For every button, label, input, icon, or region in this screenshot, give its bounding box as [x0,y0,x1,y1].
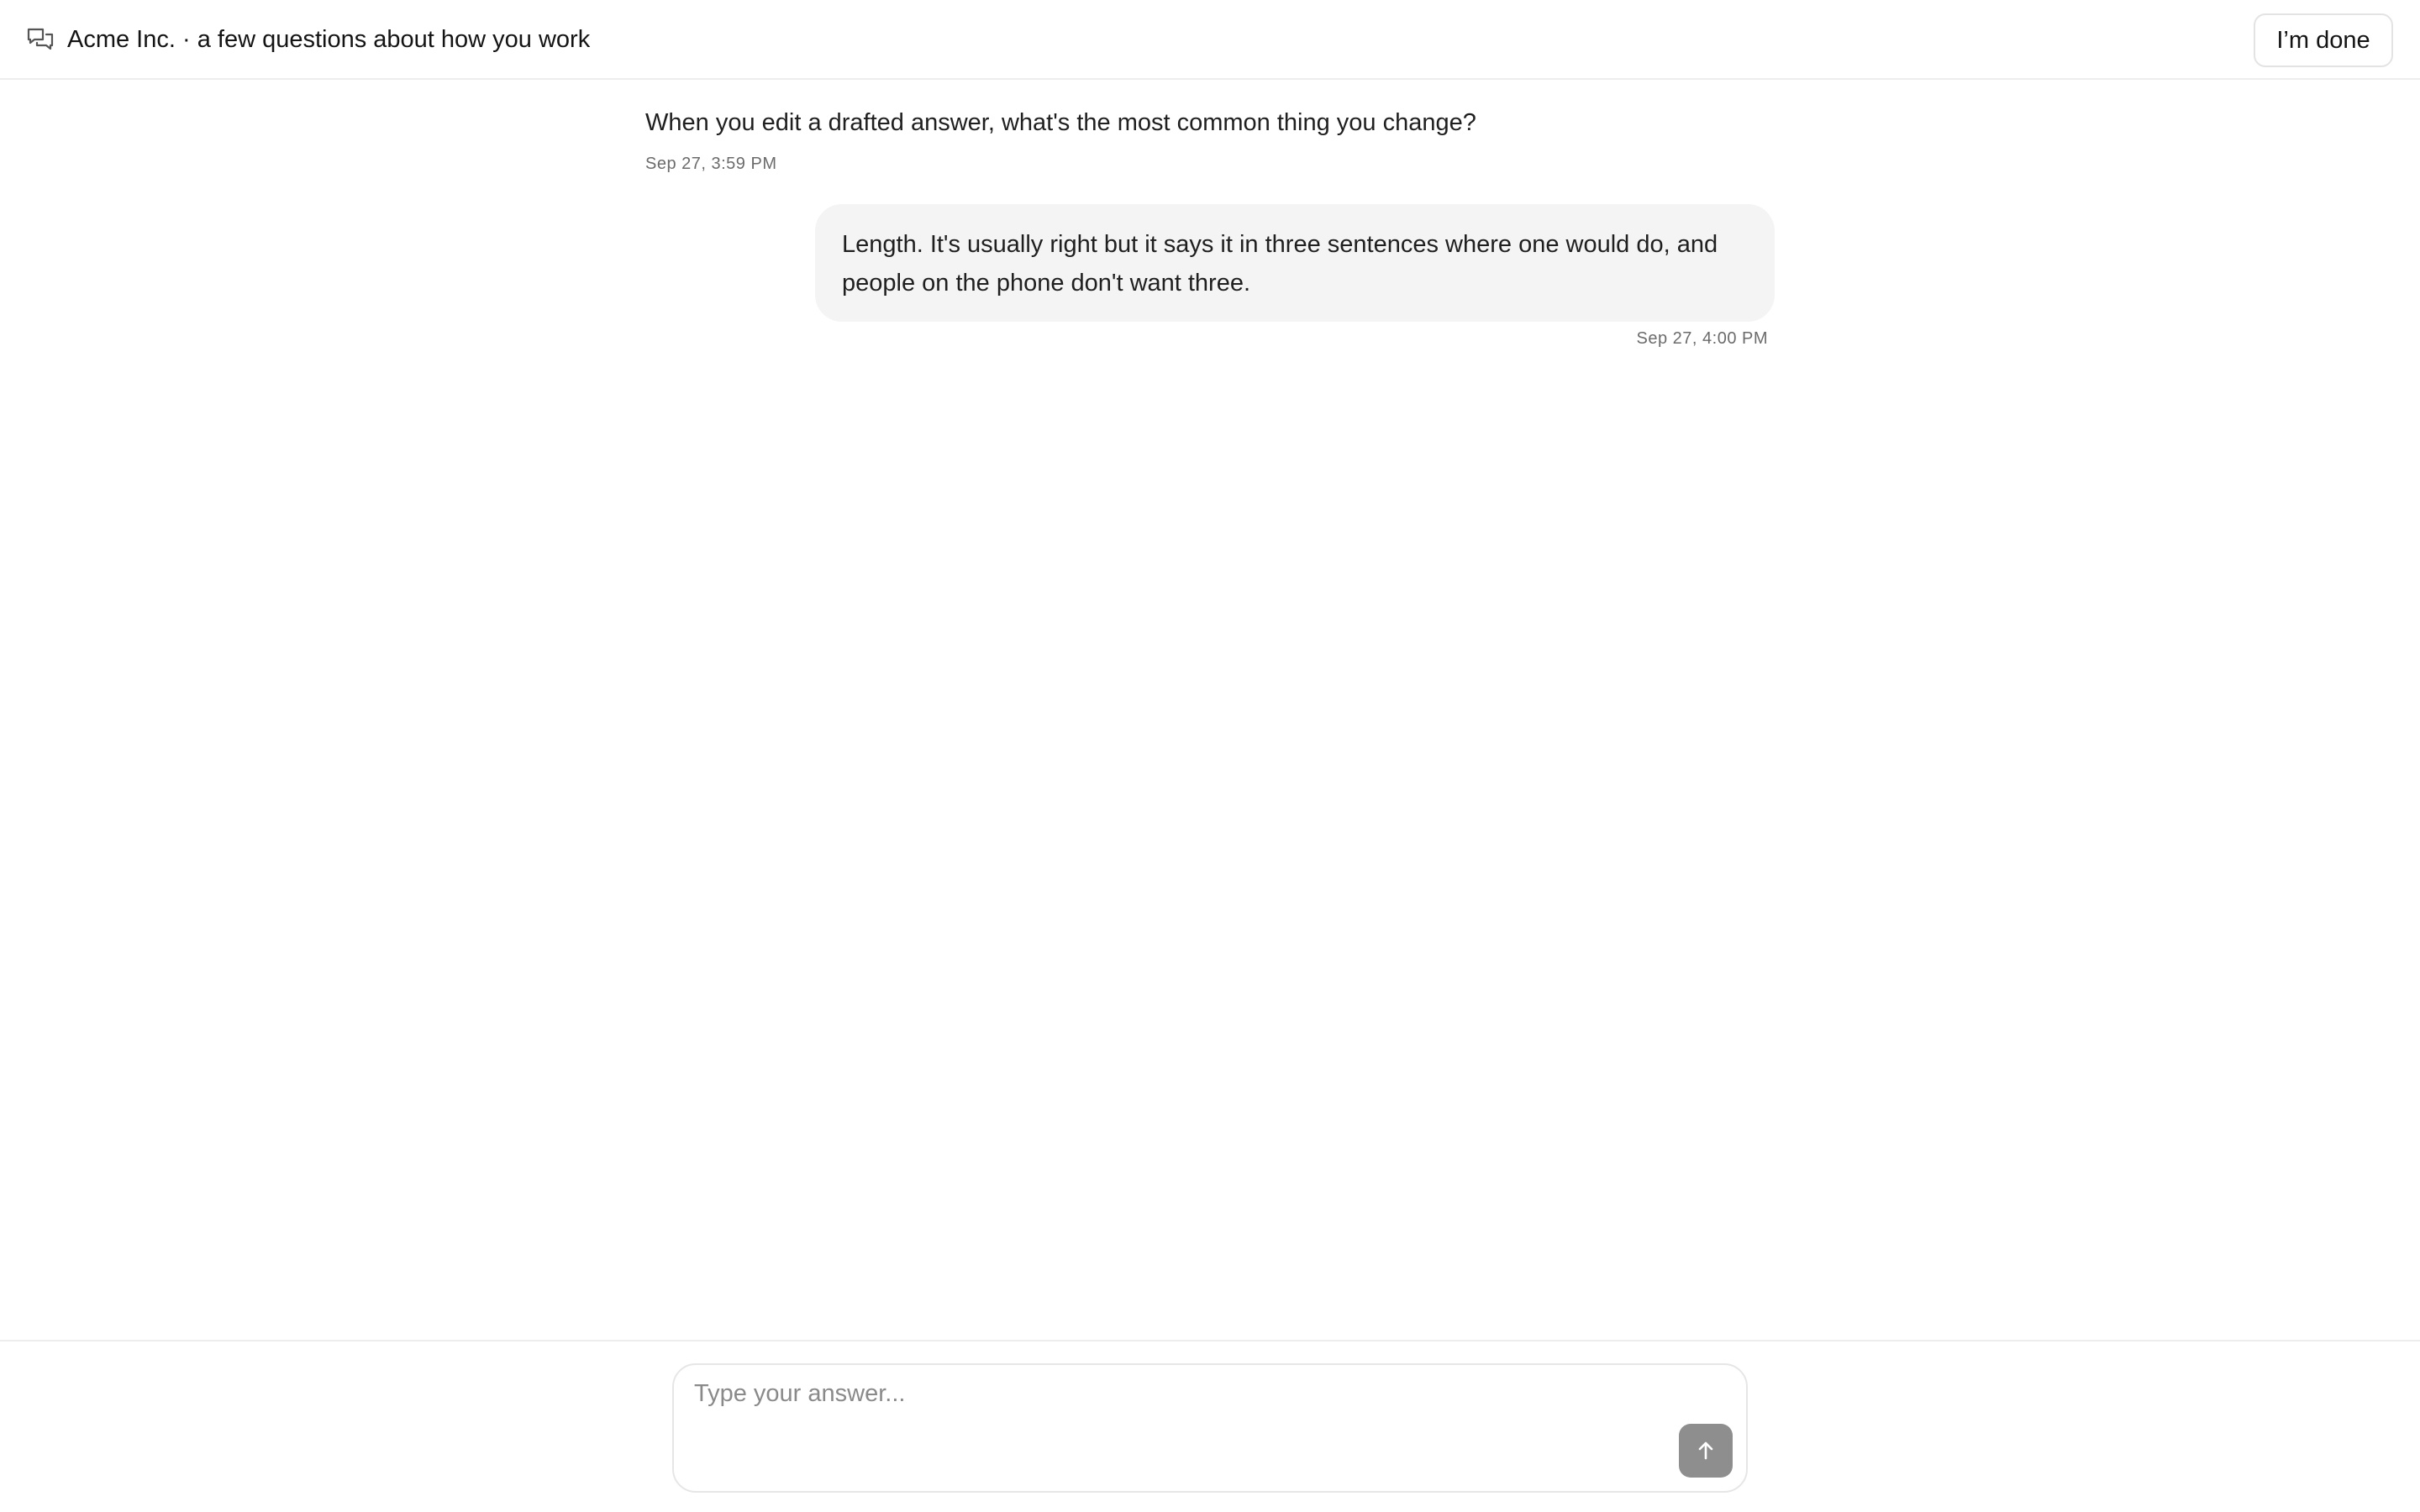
arrow-up-icon [1698,1441,1713,1460]
answer-timestamp: Sep 27, 4:00 PM [1636,329,1768,348]
question-message: When you edit a drafted answer, what's t… [645,109,1476,136]
question-timestamp: Sep 27, 3:59 PM [645,155,777,173]
page-title: Acme Inc. · a few questions about how yo… [67,26,591,53]
message-list: When you edit a drafted answer, what's t… [0,80,2420,1340]
composer-bar [0,1340,2420,1512]
top-bar: Acme Inc. · a few questions about how yo… [0,0,2420,80]
send-button[interactable] [1679,1424,1733,1478]
answer-input[interactable] [694,1380,1686,1464]
answer-bubble: Length. It's usually right but it says i… [815,204,1775,322]
done-button[interactable]: I’m done [2254,13,2393,67]
chat-bubbles-icon [27,27,54,52]
composer-box [672,1363,1748,1493]
